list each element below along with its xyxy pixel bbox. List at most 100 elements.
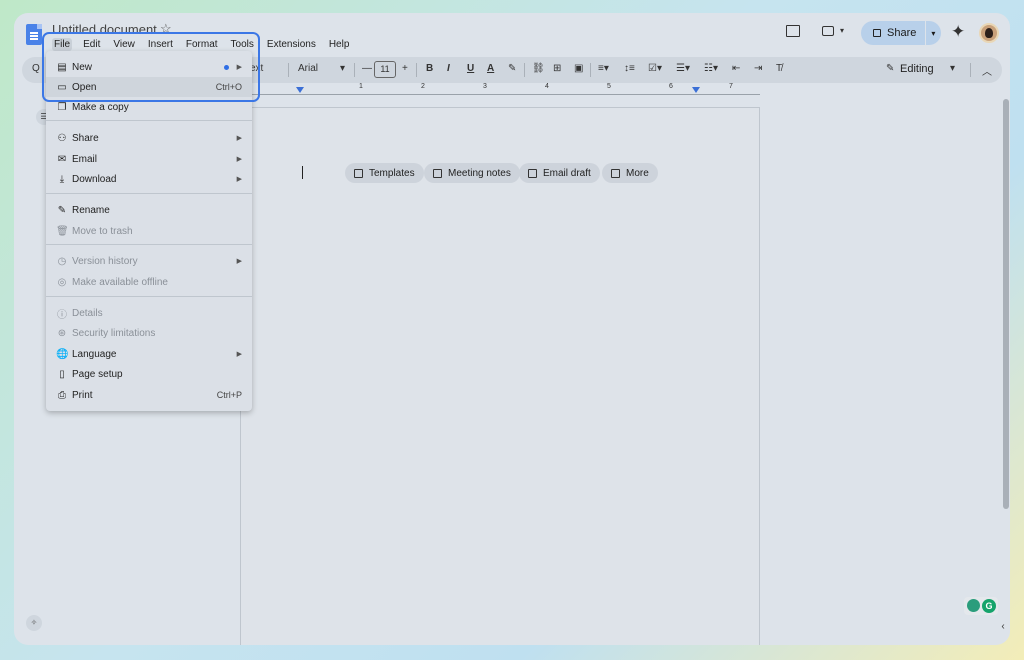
align-icon[interactable]: ≡▾ [598,63,609,74]
file-menu-open[interactable]: ▭ Open Ctrl+O [46,77,252,97]
numbered-list-icon[interactable]: ☷▾ [704,63,718,74]
increase-font-size-icon[interactable]: + [402,63,408,74]
email-draft-chip[interactable]: Email draft [519,163,600,183]
editing-caret-icon[interactable]: ▾ [950,63,955,74]
docs-logo-icon[interactable] [26,24,42,45]
link-icon[interactable]: ⛓ [532,63,545,74]
decrease-font-size-icon[interactable]: — [362,63,372,74]
shortcut-label: Ctrl+O [215,82,242,92]
menu-divider [46,193,252,194]
editing-mode-select[interactable]: Editing [900,63,934,75]
meeting-notes-chip[interactable]: Meeting notes [424,163,520,183]
menu-item-label: Make a copy [72,101,129,113]
bulb-icon[interactable] [967,599,980,612]
font-select[interactable]: Arial [298,63,318,74]
bulleted-list-icon[interactable]: ☰▾ [676,63,690,74]
menu-item-label: Rename [72,204,110,216]
templates-chip[interactable]: Templates [345,163,424,183]
highlight-icon[interactable]: ✎ [508,63,516,74]
ruler-number: 3 [483,83,487,90]
file-menu-security-limitations: ⊛ Security limitations [46,323,252,343]
offline-icon: ◎ [57,276,67,288]
menu-extensions[interactable]: Extensions [265,38,318,51]
menu-item-label: Move to trash [72,225,133,237]
text-color-icon[interactable]: A [487,63,494,74]
menu-help[interactable]: Help [327,38,352,51]
menu-view[interactable]: View [111,38,137,51]
menu-item-label: Open [72,81,97,93]
more-chip[interactable]: More [602,163,658,183]
increase-indent-icon[interactable]: ⇥ [754,63,762,74]
meet-icon[interactable] [822,26,834,36]
star-icon[interactable]: ☆ [160,21,172,37]
file-menu-page-setup[interactable]: ▯ Page setup [46,364,252,384]
trash-icon: 🗑 [56,225,69,237]
new-doc-icon: ▤ [57,61,67,73]
gemini-icon[interactable]: ✦ [951,22,965,42]
document-page[interactable] [240,107,760,645]
share-caret-icon[interactable]: ▾ [931,29,935,38]
menu-insert[interactable]: Insert [146,38,175,51]
new-badge-dot [223,64,229,70]
email-icon [528,168,537,178]
grammarly-icon[interactable]: G [982,599,996,613]
chevron-left-icon[interactable]: ‹ [995,617,1010,637]
left-indent-marker[interactable] [296,87,304,93]
toolbar-divider [524,63,525,77]
menu-tools[interactable]: Tools [229,38,256,51]
menu-edit[interactable]: Edit [81,38,102,51]
file-menu-download[interactable]: ⤓ Download ▶ [46,169,252,189]
bold-icon[interactable]: B [426,63,433,74]
toolbar-divider [416,63,417,77]
ruler-number: 1 [359,83,363,90]
checklist-icon[interactable]: ☑▾ [648,63,662,74]
search-menus-icon[interactable]: Q [32,63,40,74]
line-spacing-icon[interactable]: ↕≡ [624,63,635,74]
toolbar-divider [970,63,971,77]
file-menu-offline: ◎ Make available offline [46,272,252,292]
document-title[interactable]: Untitled document [52,22,157,37]
menu-divider [46,296,252,297]
file-menu-share[interactable]: ⚇ Share ▶ [46,128,252,148]
comment-history-icon[interactable] [786,25,800,37]
add-comment-icon[interactable]: ⊞ [553,63,561,74]
submenu-arrow-icon: ▶ [236,176,242,183]
file-menu: ▤ New ▶ ▭ Open Ctrl+O ❐ Make a copy ⚇ Sh… [46,51,252,411]
hide-menus-chevron-up-icon[interactable]: ︿ [982,63,992,78]
avatar[interactable] [979,23,999,43]
clear-formatting-icon[interactable]: T̸ [776,63,782,74]
menu-item-label: Share [72,132,99,144]
file-menu-language[interactable]: 🌐 Language ▶ [46,344,252,364]
grammarly-widget[interactable]: G [964,597,998,615]
italic-icon[interactable]: I [447,63,450,74]
menu-file[interactable]: File [52,38,73,51]
font-size-input[interactable]: 11 [374,61,396,78]
mail-icon: ✉ [57,153,67,165]
decrease-indent-icon[interactable]: ⇤ [732,63,740,74]
menu-item-label: Download [72,173,117,185]
menu-item-label: Print [72,389,93,401]
file-menu-email[interactable]: ✉ Email ▶ [46,149,252,169]
chip-label: Templates [369,167,415,179]
person-add-icon: ⚇ [57,132,67,144]
file-menu-new[interactable]: ▤ New ▶ [46,57,252,77]
ruler-number: 2 [421,83,425,90]
submenu-arrow-icon: ▶ [236,258,242,265]
menu-item-label: Page setup [72,368,123,380]
file-menu-rename[interactable]: ✎ Rename [46,200,252,220]
vertical-scrollbar[interactable] [1003,99,1009,509]
share-button[interactable]: Share ▾ [861,21,941,45]
file-menu-make-copy[interactable]: ❐ Make a copy [46,97,252,117]
insert-image-icon[interactable]: ▣ [574,63,583,74]
right-indent-marker[interactable] [692,87,700,93]
paragraph-style-select[interactable]: ext [250,63,263,74]
menu-format[interactable]: Format [184,38,220,51]
lock-icon [873,29,881,37]
meet-caret-icon[interactable]: ▾ [840,26,844,35]
explore-icon[interactable]: ✧ [26,615,42,631]
file-menu-print[interactable]: ⎙ Print Ctrl+P [46,385,252,405]
font-caret-icon[interactable]: ▾ [340,63,345,74]
underline-icon[interactable]: U [467,63,474,74]
ruler-number: 4 [545,83,549,90]
folder-icon: ▭ [57,81,67,93]
